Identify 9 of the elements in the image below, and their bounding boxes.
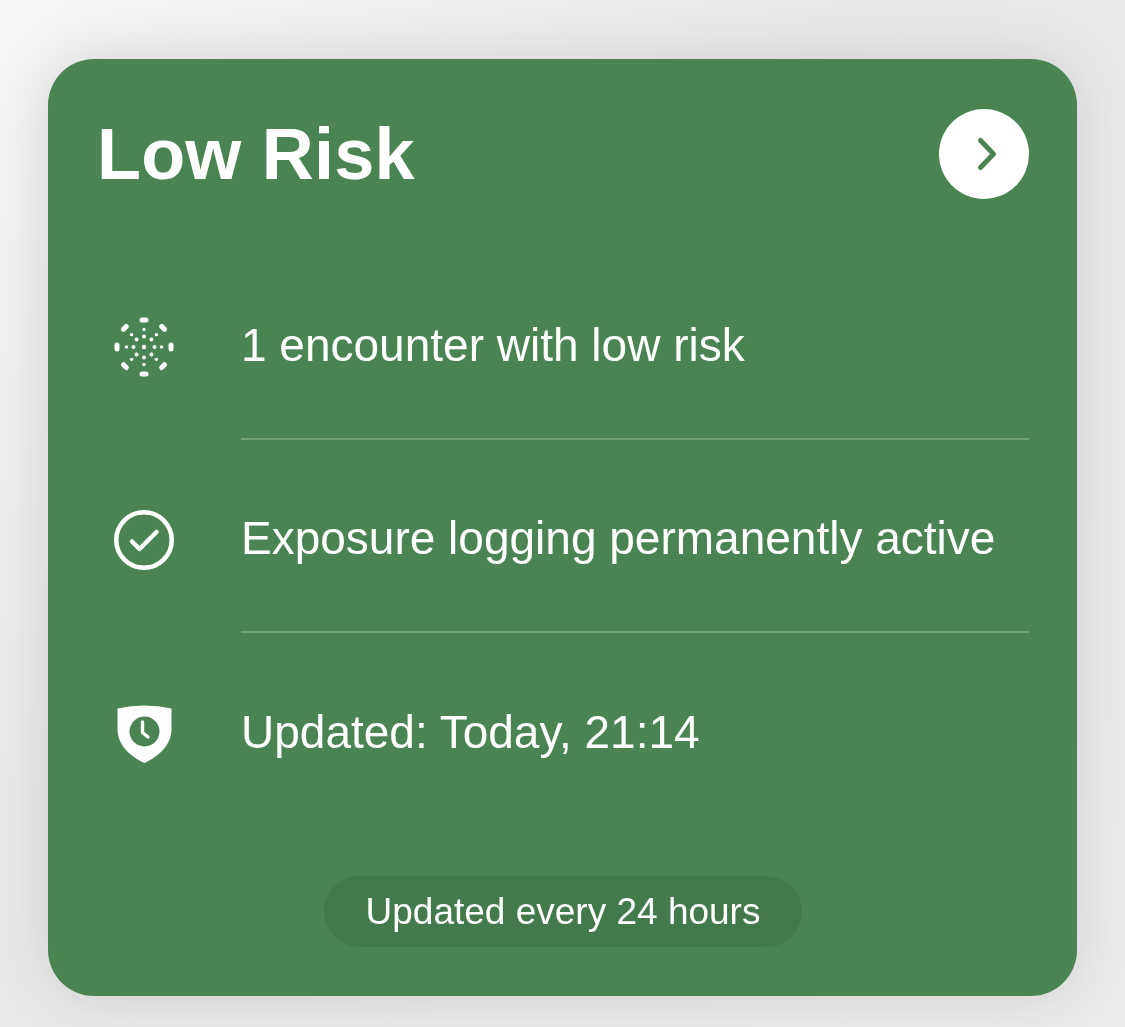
status-text: 1 encounter with low risk [241, 318, 745, 374]
card-title: Low Risk [97, 113, 415, 196]
chevron-right-icon [976, 136, 998, 172]
check-circle-icon [114, 510, 174, 570]
shield-clock-icon [116, 703, 172, 763]
radiating-dots-icon [114, 317, 174, 377]
update-interval-badge: Updated every 24 hours [323, 876, 803, 947]
status-text: Exposure logging permanently active [241, 511, 996, 567]
status-text: Updated: Today, 21:14 [241, 705, 700, 761]
